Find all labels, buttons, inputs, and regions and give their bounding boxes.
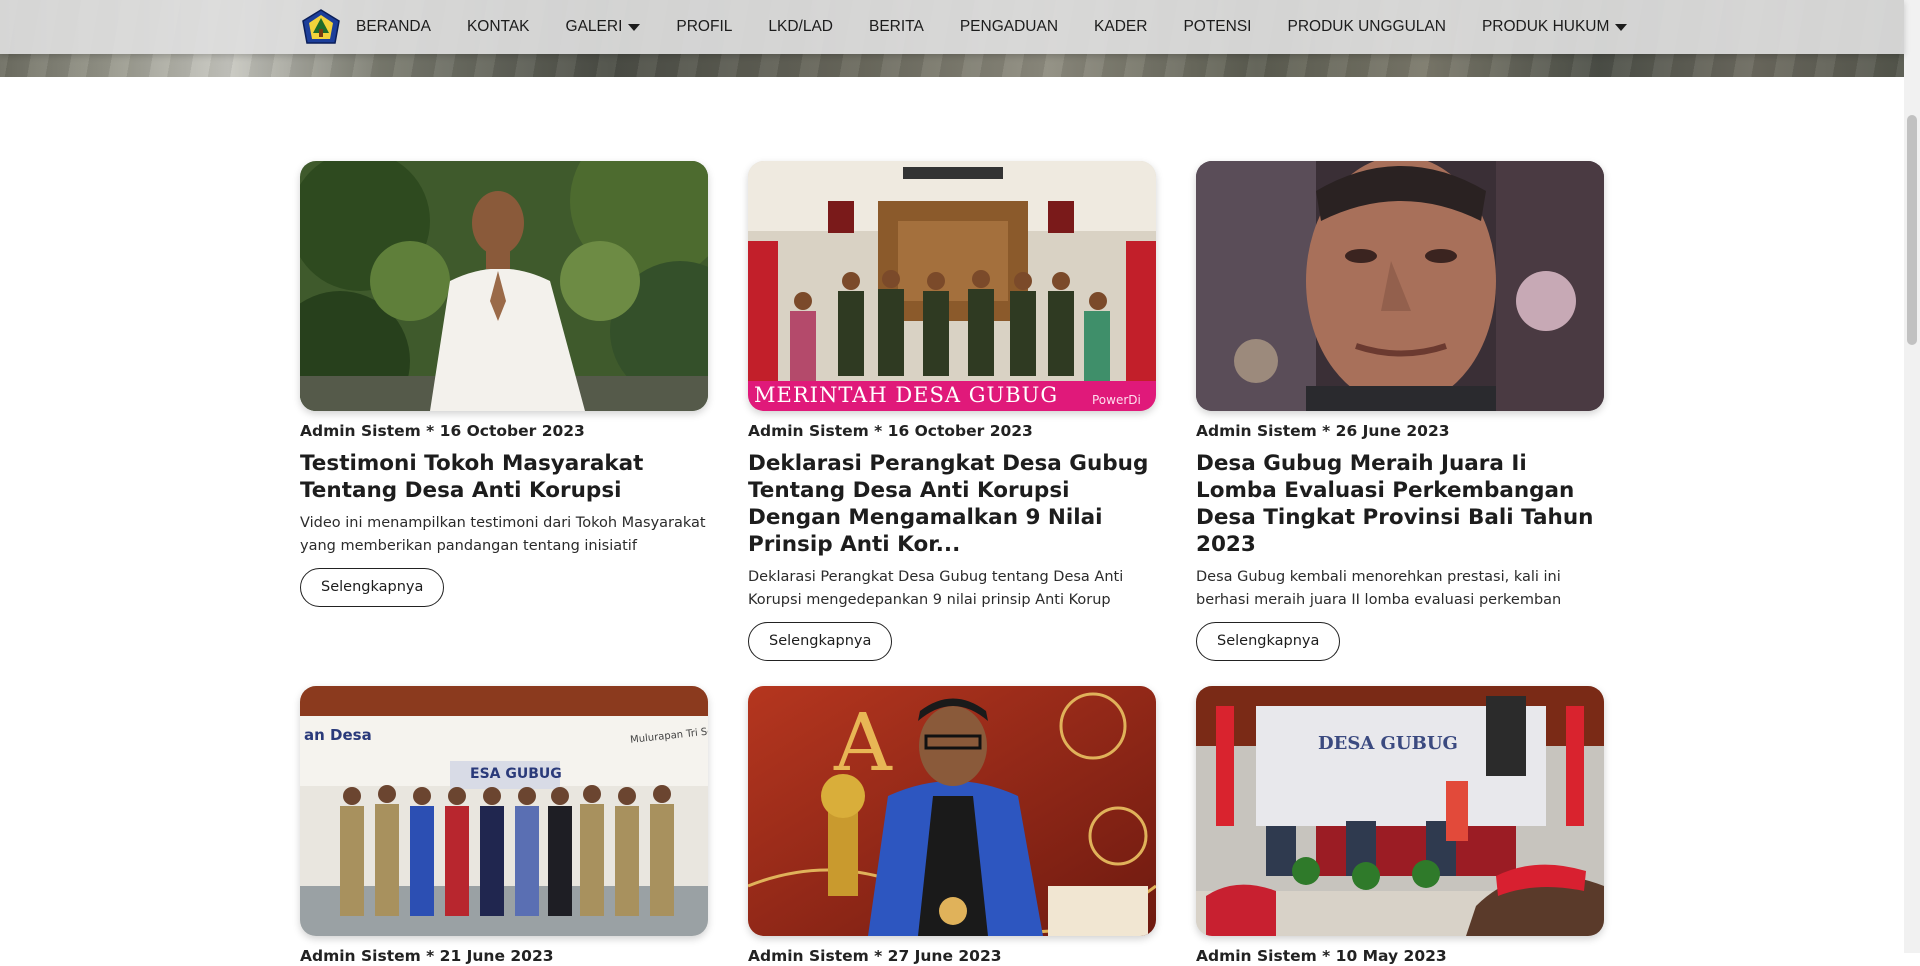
post-thumbnail[interactable]: A — [748, 686, 1156, 936]
post-thumbnail[interactable] — [1196, 161, 1604, 411]
post-title[interactable]: Testimoni Tokoh Masyarakat Tentang Desa … — [300, 450, 708, 504]
caret-down-icon — [1615, 23, 1628, 31]
nav-lkd-lad[interactable]: LKD/LAD — [768, 18, 833, 36]
post-thumbnail[interactable] — [300, 161, 708, 411]
nav-potensi-label: POTENSI — [1183, 18, 1252, 35]
nav-produk-hukum-label: PRODUK HUKUM — [1481, 18, 1610, 35]
village-logo[interactable] — [302, 9, 340, 45]
post-thumbnail[interactable]: MERINTAH DESA GUBUG PowerDi — [748, 161, 1156, 411]
post-card: DESA GUBUG Admin Sistem * 10 May 2023 — [1196, 686, 1604, 966]
post-card: Admin Sistem * 16 October 2023 Testimoni… — [300, 161, 708, 607]
post-image-portrait-closeup — [1196, 161, 1604, 411]
nav-produk-hukum[interactable]: PRODUK HUKUM — [1481, 18, 1628, 36]
nav-potensi[interactable]: POTENSI — [1183, 18, 1251, 36]
nav-lkd-lad-label: LKD/LAD — [768, 18, 833, 35]
nav-kader-label: KADER — [1094, 18, 1148, 35]
post-thumbnail[interactable]: DESA GUBUG — [1196, 686, 1604, 936]
post-excerpt-line: Korupsi mengedepankan 9 nilai prinsip An… — [748, 592, 1111, 608]
nav-galeri[interactable]: GALERI — [566, 18, 641, 36]
nav-produk-unggulan[interactable]: PRODUK UNGGULAN — [1287, 18, 1445, 36]
post-image-banner: MERINTAH DESA GUBUG — [754, 383, 1059, 407]
post-image-group-photo — [300, 686, 708, 936]
scrollbar-thumb[interactable] — [1907, 115, 1917, 345]
read-more-button[interactable]: Selengkapnya — [300, 568, 445, 607]
post-excerpt-line: Desa Gubug kembali menorehkan prestasi, … — [1196, 569, 1561, 585]
nav-kontak-label: KONTAK — [466, 18, 530, 35]
post-excerpt-line: Deklarasi Perangkat Desa Gubug tentang D… — [748, 569, 1124, 585]
post-excerpt: Video ini menampilkan testimoni dari Tok… — [300, 512, 708, 558]
post-excerpt: Deklarasi Perangkat Desa Gubug tentang D… — [748, 566, 1156, 612]
read-more-button[interactable]: Selengkapnya — [1196, 622, 1341, 661]
nav-profil[interactable]: PROFIL — [676, 18, 732, 36]
post-thumbnail[interactable]: ESA GUBUG an Desa Mulurapan Tri Sem — [300, 686, 708, 936]
post-meta: Admin Sistem * 26 June 2023 — [1196, 422, 1450, 440]
post-image-sign-left: an Desa — [304, 726, 372, 744]
post-image-village-meeting — [1196, 686, 1604, 936]
post-card: A Admin Sistem * 27 June 2023 — [748, 686, 1156, 966]
post-meta: Admin Sistem * 16 October 2023 — [300, 422, 585, 440]
post-image-sign: ESA GUBUG — [470, 766, 562, 782]
post-card: Admin Sistem * 26 June 2023 Desa Gubug M… — [1196, 161, 1604, 661]
caret-down-icon — [628, 23, 641, 31]
post-image-award-winner — [748, 686, 1156, 936]
nav-profil-label: PROFIL — [676, 18, 733, 35]
nav-menu: BERANDA KONTAK GALERI PROFIL LKD/LAD BER… — [302, 0, 1663, 54]
nav-berita[interactable]: BERITA — [869, 18, 924, 36]
nav-beranda-label: BERANDA — [356, 18, 431, 35]
read-more-button[interactable]: Selengkapnya — [748, 622, 893, 661]
post-card: ESA GUBUG an Desa Mulurapan Tri Sem Admi… — [300, 686, 708, 966]
post-excerpt-line: yang memberikan pandangan tentang inisia… — [300, 538, 637, 554]
nav-galeri-label: GALERI — [565, 18, 623, 35]
post-meta: Admin Sistem * 10 May 2023 — [1196, 947, 1447, 965]
post-title[interactable]: Deklarasi Perangkat Desa Gubug Tentang D… — [748, 450, 1156, 558]
post-image-speaker-garden — [300, 161, 708, 411]
page-scrollbar[interactable] — [1904, 0, 1920, 953]
nav-pengaduan[interactable]: PENGADUAN — [960, 18, 1058, 36]
post-image-sign: DESA GUBUG — [1318, 733, 1458, 754]
post-meta: Admin Sistem * 21 June 2023 — [300, 947, 554, 965]
post-card: MERINTAH DESA GUBUG PowerDi Admin Sistem… — [748, 161, 1156, 661]
post-image-letter: A — [834, 696, 892, 789]
nav-kader[interactable]: KADER — [1094, 18, 1147, 36]
post-image-banner-small: PowerDi — [1092, 393, 1141, 407]
post-excerpt-line: Video ini menampilkan testimoni dari Tok… — [300, 515, 706, 531]
nav-produk-unggulan-label: PRODUK UNGGULAN — [1287, 18, 1446, 35]
post-meta: Admin Sistem * 16 October 2023 — [748, 422, 1033, 440]
post-image-declaration-hall — [748, 161, 1156, 411]
post-excerpt: Desa Gubug kembali menorehkan prestasi, … — [1196, 566, 1604, 612]
post-title[interactable]: Desa Gubug Meraih Juara Ii Lomba Evaluas… — [1196, 450, 1604, 558]
nav-berita-label: BERITA — [869, 18, 924, 35]
nav-kontak[interactable]: KONTAK — [467, 18, 530, 36]
post-excerpt-line: berhasi meraih juara II lomba evaluasi p… — [1196, 592, 1562, 608]
navbar: BERANDA KONTAK GALERI PROFIL LKD/LAD BER… — [0, 0, 1904, 54]
nav-beranda[interactable]: BERANDA — [356, 18, 431, 36]
nav-pengaduan-label: PENGADUAN — [959, 18, 1059, 35]
post-meta: Admin Sistem * 27 June 2023 — [748, 947, 1002, 965]
